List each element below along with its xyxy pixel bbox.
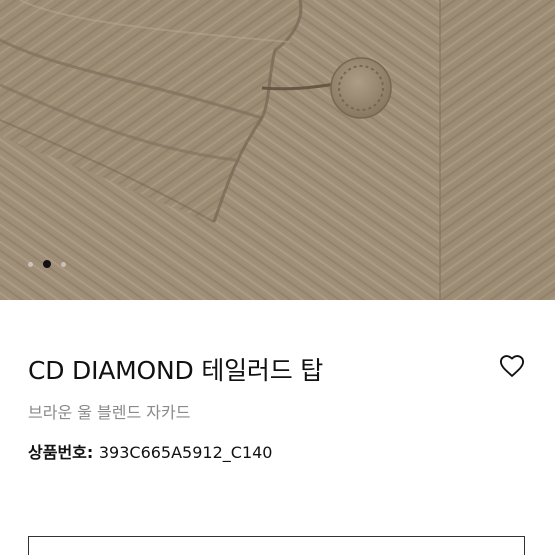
carousel-dots bbox=[28, 260, 66, 268]
product-title: CD DIAMOND 테일러드 탑 bbox=[28, 356, 324, 385]
product-image-carousel[interactable] bbox=[0, 0, 555, 300]
heart-outline-icon bbox=[499, 355, 525, 377]
option-select-box[interactable] bbox=[28, 536, 525, 555]
carousel-dot-3[interactable] bbox=[61, 261, 66, 267]
product-code: 상품번호: 393C665A5912_C140 bbox=[28, 442, 272, 464]
carousel-dot-2-active[interactable] bbox=[43, 260, 51, 268]
product-code-value: 393C665A5912_C140 bbox=[98, 443, 273, 462]
wishlist-button[interactable] bbox=[498, 352, 526, 380]
product-code-label: 상품번호: bbox=[28, 443, 99, 462]
product-page: CD DIAMOND 테일러드 탑 브라운 울 블렌드 자카드 상품번호: 39… bbox=[0, 0, 555, 555]
product-image bbox=[0, 0, 555, 300]
product-subtitle: 브라운 울 블렌드 자카드 bbox=[28, 403, 191, 422]
carousel-dot-1[interactable] bbox=[28, 261, 33, 267]
